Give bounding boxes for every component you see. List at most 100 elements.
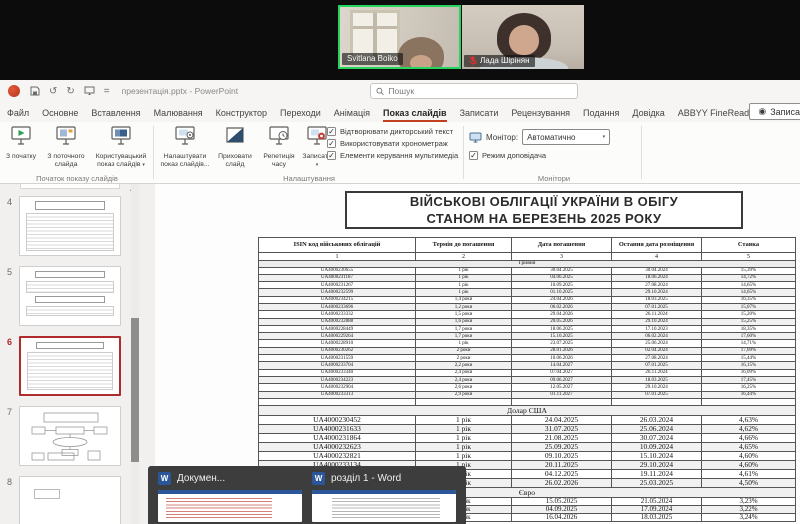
column-number-cell: 2: [415, 252, 512, 261]
table-cell: UA4000230262: [258, 346, 416, 356]
table-cell: 4,61%: [701, 468, 796, 479]
table-cell: 3,23%: [701, 496, 796, 506]
menu-tab-3[interactable]: Малювання: [154, 108, 203, 122]
slide-thumbnail-8[interactable]: [19, 476, 121, 524]
document-preview-thumbnail[interactable]: [158, 490, 302, 522]
presenter-view-checkbox[interactable]: ✓ Режим доповідача: [469, 151, 639, 160]
monitor-select[interactable]: Автоматично ▾: [522, 129, 611, 145]
table-cell: UA4000234223: [258, 375, 416, 385]
menu-tab-5[interactable]: Переходи: [280, 108, 321, 122]
table-header-cell: ISIN код військових облігацій: [258, 237, 416, 253]
settings-checkbox-2[interactable]: ✓ Елементи керування мультимедіа: [327, 151, 458, 160]
settings-checkbox-1[interactable]: ✓ Використовувати хронометраж: [327, 139, 458, 148]
table-cell: 15,39%: [701, 266, 796, 275]
table-cell: 1 рік: [415, 432, 512, 443]
table-cell: 27.08.2024: [611, 354, 702, 363]
table-cell: 17,09%: [701, 346, 796, 356]
table-cell: 06.02.2024: [611, 332, 702, 341]
document-title: презентація.pptx - PowerPoint: [121, 86, 239, 96]
record-button[interactable]: ◉ Записати: [749, 103, 800, 120]
table-cell: 4,62%: [701, 423, 796, 434]
table-cell: 26.11.2024: [611, 368, 702, 377]
ribbon-button-0-0[interactable]: З початку: [2, 122, 40, 174]
slide-thumbnail-5[interactable]: [19, 266, 121, 326]
table-cell: 4,66%: [701, 432, 796, 443]
table-cell: 29.10.2024: [611, 383, 702, 392]
table-cell: 2,9 роки: [415, 390, 512, 399]
save-icon[interactable]: [30, 86, 40, 96]
panel-scrollbar-thumb[interactable]: [131, 318, 139, 462]
menu-tab-0[interactable]: Файл: [7, 108, 29, 122]
slide-thumbnail-4[interactable]: [19, 196, 121, 256]
table-cell: 18,35%: [701, 324, 796, 334]
touch-mode-icon[interactable]: =: [104, 86, 110, 97]
table-cell: 15,20%: [701, 310, 796, 319]
menu-tab-11[interactable]: Довідка: [632, 108, 664, 122]
table-cell: UA4000233704: [258, 361, 416, 370]
quick-access-toolbar: ↺ ↻ =: [30, 86, 110, 97]
table-cell: 29.10.2024: [611, 288, 702, 297]
slide-thumbnail-6[interactable]: [19, 336, 121, 396]
menu-tab-7[interactable]: Показ слайдів: [382, 108, 447, 122]
slide-thumbnail-row: 7: [0, 406, 121, 466]
table-cell: 1,5 роки: [415, 310, 512, 319]
document-preview-thumbnail[interactable]: [312, 490, 456, 522]
table-cell: 07.01.2025: [611, 302, 702, 312]
checkbox-icon: ✓: [327, 127, 336, 136]
table-cell: 18.03.2025: [611, 375, 702, 385]
video-tile-active-speaker[interactable]: Svitlana Boiko: [338, 5, 461, 69]
column-number-cell: 1: [258, 252, 416, 261]
powerpoint-logo-icon: [8, 85, 20, 97]
table-cell: UA4000233313: [258, 390, 416, 399]
slide-thumbnail-row: 6: [0, 336, 121, 396]
table-cell: 26.03.2024: [611, 414, 702, 425]
taskbar-preview-card-1[interactable]: W розділ 1 - Word: [312, 472, 456, 522]
table-cell: 15.10.2024: [611, 450, 702, 461]
menu-tab-1[interactable]: Основне: [42, 108, 78, 122]
undo-icon[interactable]: ↺: [49, 86, 57, 97]
ribbon-button-1-2[interactable]: Репетиція часу: [257, 122, 301, 174]
video-tile-participant[interactable]: Лада Шірінян: [462, 5, 584, 69]
record-icon: [305, 125, 329, 151]
table-cell: 16,35%: [701, 295, 796, 305]
ribbon-button-1-0[interactable]: Налаштувати показ слайдів...: [157, 122, 213, 174]
table-cell: 18.03.2025: [611, 512, 702, 522]
table-cell: 02.04.2024: [611, 346, 702, 356]
table-cell: 14,72%: [701, 273, 796, 283]
table-cell: 1,4 роки: [415, 295, 512, 305]
slide-title-line2: СТАНОМ НА БЕРЕЗЕНЬ 2025 РОКУ: [426, 211, 662, 226]
taskbar-preview-title: розділ 1 - Word: [331, 473, 402, 484]
menu-tab-6[interactable]: Анімація: [334, 108, 370, 122]
menu-tab-10[interactable]: Подання: [583, 108, 619, 122]
checkbox-icon: ✓: [327, 139, 336, 148]
table-cell: UA4000228910: [258, 339, 416, 348]
slide-thumbnail-7[interactable]: [19, 406, 121, 466]
table-header-cell: Термін до погашення: [415, 237, 512, 253]
table-cell: UA4000231559: [258, 354, 416, 363]
menu-tab-8[interactable]: Записати: [460, 108, 499, 122]
redo-icon[interactable]: ↻: [66, 86, 74, 97]
search-input[interactable]: [388, 86, 572, 96]
table-cell: 4,65%: [701, 441, 796, 452]
settings-checkbox-0[interactable]: ✓ Відтворювати дикторський текст: [327, 127, 458, 136]
taskbar-preview-card-0[interactable]: W Докумен...: [158, 472, 302, 522]
ribbon-button-0-1[interactable]: З поточного слайда: [40, 122, 92, 174]
table-cell: UA4000231187: [258, 273, 416, 283]
table-cell: 2,4 роки: [415, 368, 512, 377]
ribbon-button-1-1[interactable]: Приховати слайд: [213, 122, 257, 174]
table-cell: UA4000233332: [258, 310, 416, 319]
table-cell: 17.09.2024: [611, 504, 702, 514]
table-cell: UA4000232623: [258, 441, 416, 452]
menu-tab-2[interactable]: Вставлення: [91, 108, 140, 122]
slide-number-7: 7: [6, 407, 12, 417]
search-box[interactable]: [370, 83, 578, 99]
slide-title-box[interactable]: ВІЙСЬКОВІ ОБЛІГАЦІЇ УКРАЇНИ В ОБІГУ СТАН…: [345, 191, 743, 229]
start-slideshow-icon[interactable]: [84, 86, 95, 96]
chevron-down-icon: ▾: [315, 162, 319, 169]
menu-tab-9[interactable]: Рецензування: [511, 108, 570, 122]
table-cell: 31.07.2025: [511, 423, 612, 434]
ribbon: З початку З поточного слайда Користуваць…: [0, 122, 800, 184]
menu-tab-4[interactable]: Конструктор: [216, 108, 267, 122]
ribbon-button-0-2[interactable]: Користувацький показ слайдів ▾: [92, 122, 150, 174]
table-cell: 1 рік: [415, 414, 512, 425]
